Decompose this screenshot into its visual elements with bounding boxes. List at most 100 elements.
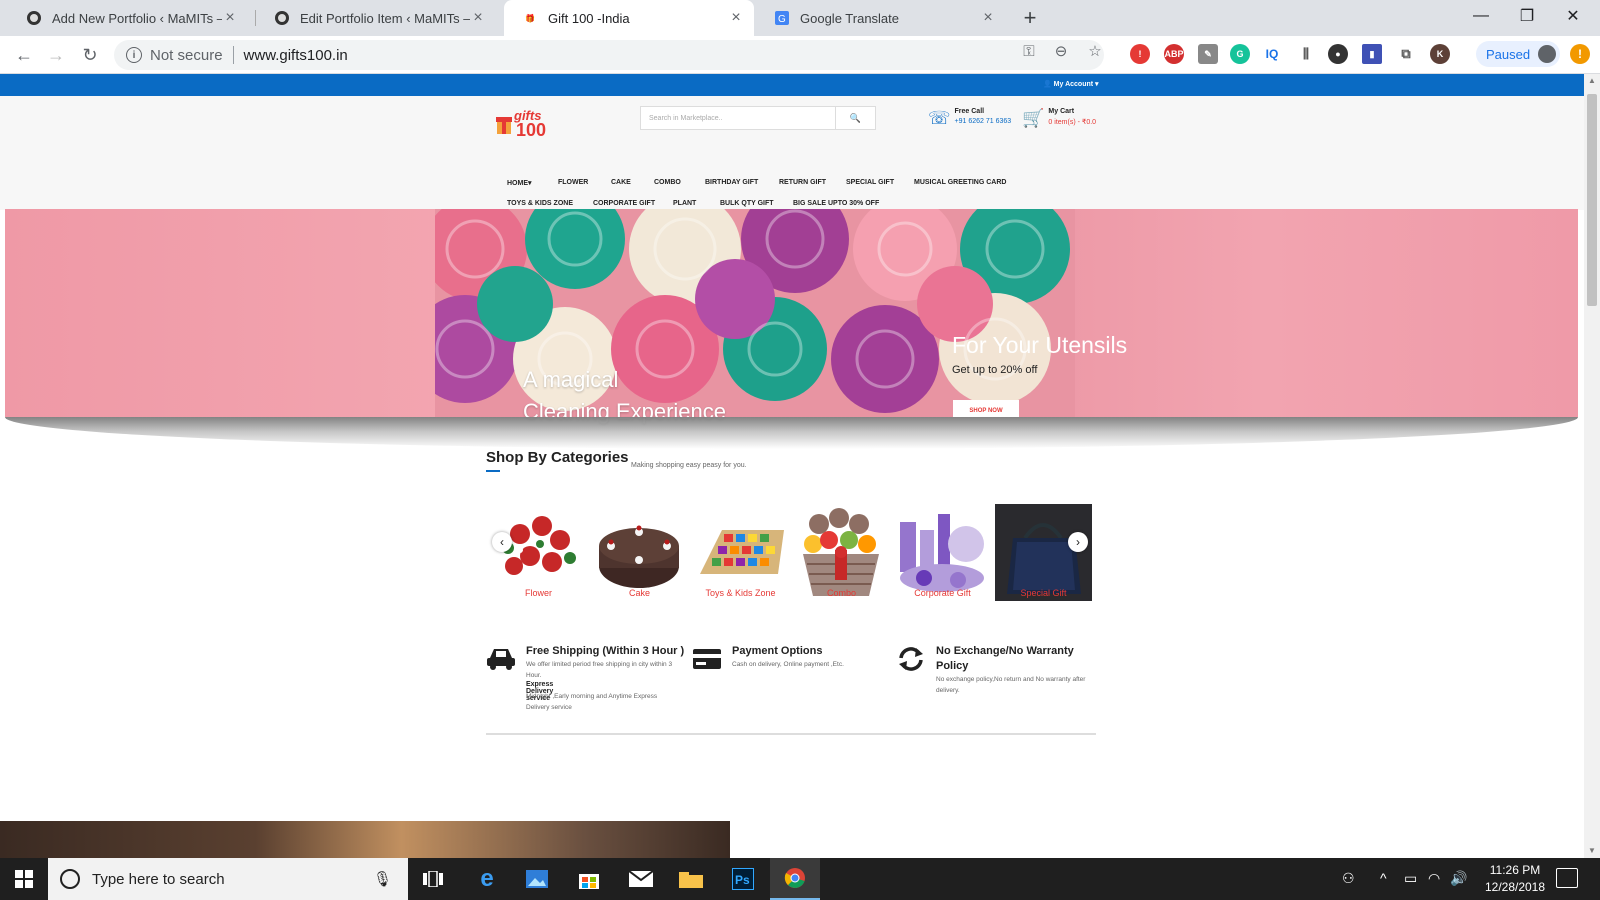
search-icon[interactable]: 🔍 [835,107,875,129]
nav-cake[interactable]: CAKE [611,179,631,186]
cart-icon: 🛒 [1022,108,1045,128]
free-call-info[interactable]: ☏ Free Call +91 6262 71 6363 [928,108,1011,128]
close-icon[interactable]: × [222,9,238,27]
scroll-down-icon[interactable]: ▼ [1584,844,1600,858]
back-button[interactable]: ← [10,41,38,69]
cart-label: My Cart [1048,108,1075,115]
edge-icon[interactable]: e [462,858,512,900]
free-call-number: +91 6262 71 6363 [954,118,1012,125]
file-explorer-icon[interactable] [666,858,716,900]
iq-extension-icon[interactable]: IQ [1262,44,1282,64]
section-divider [486,733,1096,735]
site-logo[interactable]: gifts 100 [496,108,552,140]
tab-google-translate[interactable]: G Google Translate × [756,0,1006,36]
carousel-next-button[interactable]: › [1068,532,1088,552]
photos-icon[interactable] [512,858,562,900]
minimize-button[interactable]: — [1458,0,1504,32]
category-card-flower[interactable]: Flower [490,504,587,601]
nav-musical-greeting-card[interactable]: MUSICAL GREETING CARD [914,179,1006,186]
extension-flag-icon[interactable]: ▮ [1362,44,1382,64]
nav-corporate-gift[interactable]: CORPORATE GIFT [593,200,655,207]
category-card-corporate-gift[interactable]: Corporate Gift [894,504,991,601]
nav-toys-kids-zone[interactable]: TOYS & KIDS ZONE [507,200,573,207]
microphone-icon[interactable]: 🎙 [373,870,392,888]
volume-icon[interactable]: 🔊 [1450,870,1467,887]
browser-toolbar: ← → ↻ i Not secure www.gifts100.in ⚿ ⊖ ☆ [0,36,1600,74]
taskbar-search[interactable]: Type here to search 🎙 [48,858,408,900]
show-hidden-icons-icon[interactable]: ^ [1380,870,1387,886]
my-account-link[interactable]: 👤 My Account ▾ [1043,80,1099,88]
profile-paused-button[interactable]: Paused [1476,41,1560,67]
profile-status-label: Paused [1486,46,1531,62]
alphabet-puzzle-image [692,504,789,601]
extension-ghost-icon[interactable]: ● [1328,44,1348,64]
new-tab-button[interactable]: + [1016,4,1044,32]
cart-info[interactable]: 🛒 My Cart 0 item(s) - ₹0.0 [1022,108,1096,128]
forward-button[interactable]: → [42,41,70,69]
my-account-label: My Account [1053,81,1094,88]
extension-tool-icon[interactable]: ✎ [1198,44,1218,64]
nav-special-gift[interactable]: SPECIAL GIFT [846,179,894,186]
bottom-banner-image [0,821,730,858]
info-icon[interactable]: i [126,47,142,63]
nav-birthday-gift[interactable]: BIRTHDAY GIFT [705,179,758,186]
task-view-icon[interactable] [408,858,458,900]
maximize-button[interactable]: ❐ [1504,0,1550,32]
category-card-cake[interactable]: Cake [591,504,688,601]
tab-edit-portfolio[interactable]: Edit Portfolio Item ‹ MaMITs — W × [256,0,496,36]
nav-big-sale[interactable]: BIG SALE UPTO 30% OFF [793,200,879,207]
hero-promo-title: For Your Utensils [952,332,1128,358]
category-card-toys-kids-zone[interactable]: Toys & Kids Zone [692,504,789,601]
svg-text:Ps: Ps [735,873,750,887]
browser-menu-icon[interactable]: ! [1570,44,1590,64]
wifi-icon[interactable]: ◠ [1428,870,1440,887]
battery-icon[interactable]: ▭ [1404,870,1417,887]
key-icon[interactable]: ⚿ [1020,43,1038,61]
nav-plant[interactable]: PLANT [673,200,696,207]
chrome-icon[interactable] [770,858,820,900]
start-button[interactable] [0,858,48,900]
system-clock[interactable]: 11:26 PM 12/28/2018 [1470,862,1560,896]
category-card-combo[interactable]: Combo [793,504,890,601]
taskbar-search-input[interactable]: Type here to search [92,871,225,888]
nav-return-gift[interactable]: RETURN GIFT [779,179,826,186]
close-window-button[interactable]: ✕ [1550,0,1596,32]
page-scrollbar[interactable]: ▲ ▼ [1584,74,1600,858]
hero-banner[interactable] [5,209,1578,417]
address-bar[interactable]: i Not secure www.gifts100.in [114,40,1104,70]
url-text[interactable]: www.gifts100.in [244,47,348,64]
tab-add-portfolio[interactable]: Add New Portfolio ‹ MaMITs — W × [8,0,248,36]
photoshop-icon[interactable]: Ps [718,858,768,900]
page-viewport: 👤 My Account ▾ gifts 100 Search in Marke… [0,74,1584,858]
mail-icon[interactable] [616,858,666,900]
close-icon[interactable]: × [470,9,486,27]
zoom-icon[interactable]: ⊖ [1052,43,1070,61]
people-icon[interactable]: ⚇ [1342,870,1355,887]
close-icon[interactable]: × [728,9,744,27]
window-extension-icon[interactable]: ⧉ [1396,44,1416,64]
tab-title: Google Translate [800,10,900,26]
search-input[interactable]: Search in Marketplace.. [641,115,835,122]
nav-bulk-qty-gift[interactable]: BULK QTY GIFT [720,200,774,207]
nav-flower[interactable]: FLOWER [558,179,588,186]
logo-number: 100 [516,120,547,140]
handbag-image [995,504,1092,601]
category-card-special-gift[interactable]: Special Gift [995,504,1092,601]
nav-combo[interactable]: COMBO [654,179,681,186]
scroll-up-icon[interactable]: ▲ [1584,74,1600,88]
nav-label: HOME [507,180,528,187]
close-icon[interactable]: × [980,9,996,27]
extension-shield-icon[interactable]: ! [1130,44,1150,64]
adblock-icon[interactable]: ABP [1164,44,1184,64]
carousel-prev-button[interactable]: ‹ [492,532,512,552]
store-icon[interactable] [564,858,614,900]
scrollbar-thumb[interactable] [1587,94,1597,306]
action-center-icon[interactable] [1556,868,1578,888]
bookmark-star-icon[interactable]: ☆ [1086,43,1104,61]
grammarly-icon[interactable]: G [1230,44,1250,64]
tab-gift100[interactable]: 🎁 Gift 100 -India × [504,0,754,36]
reload-button[interactable]: ↻ [76,41,104,69]
equalizer-icon[interactable]: ⫼ [1296,44,1316,64]
extension-k-icon[interactable]: K [1430,44,1450,64]
nav-home[interactable]: HOME▾ [507,179,532,187]
